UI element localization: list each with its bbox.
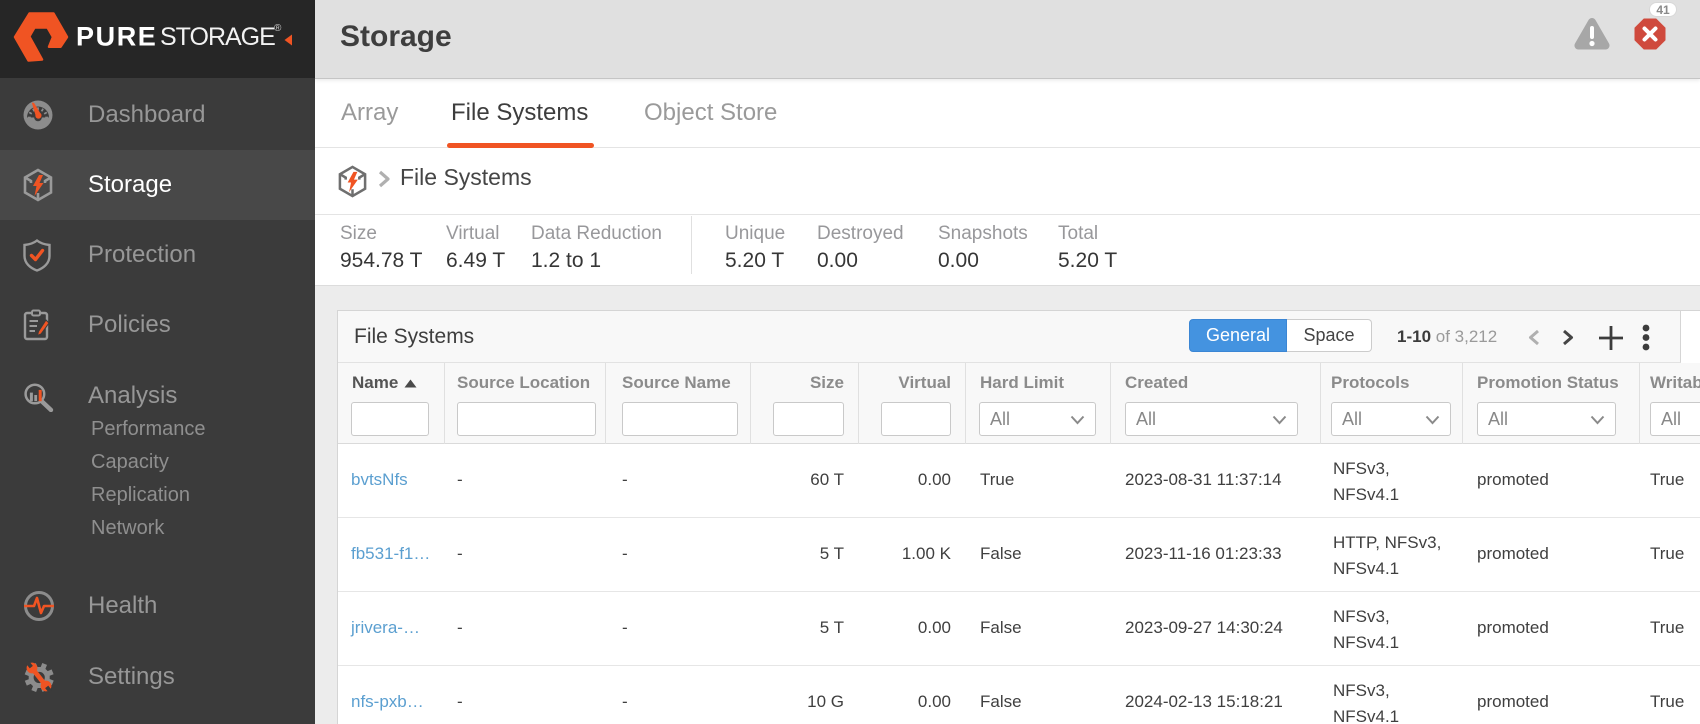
svg-text:®: ® — [274, 23, 282, 34]
svg-text:PURE: PURE — [76, 22, 157, 52]
svg-text:STORAGE: STORAGE — [160, 23, 275, 51]
